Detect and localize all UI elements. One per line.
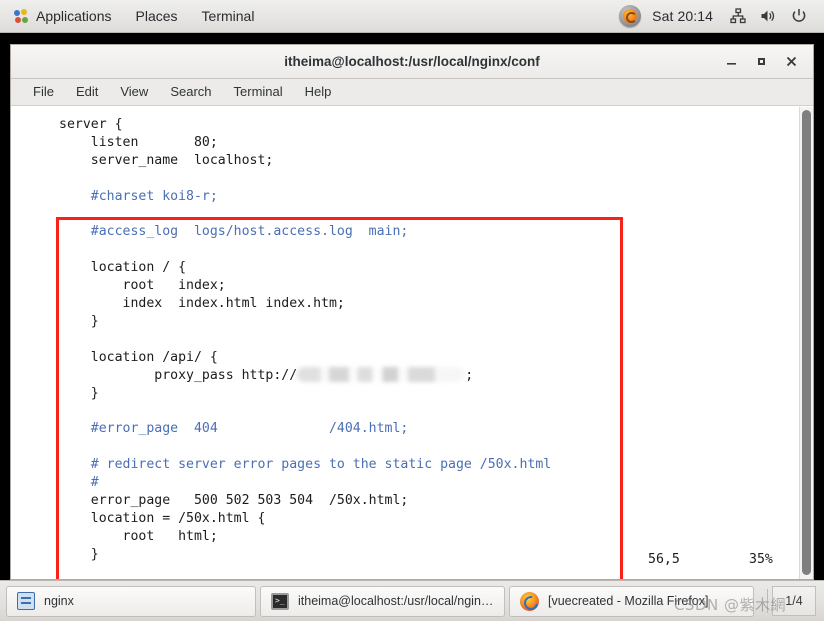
top-panel: Applications Places Terminal Sat 20:14 bbox=[0, 0, 824, 33]
menu-terminal[interactable]: Terminal bbox=[223, 79, 294, 105]
vertical-scrollbar[interactable] bbox=[799, 107, 813, 579]
taskbar-item-label: itheima@localhost:/usr/local/ngin… bbox=[298, 594, 494, 608]
applications-menu[interactable]: Applications bbox=[0, 0, 124, 32]
applications-icon bbox=[14, 8, 29, 24]
terminal-icon: >_ bbox=[271, 592, 289, 610]
scrollbar-thumb[interactable] bbox=[802, 110, 811, 575]
file-manager-icon bbox=[17, 592, 35, 610]
top-panel-menus: Applications Places Terminal bbox=[0, 0, 266, 32]
taskbar-item-label: [vuecreated - Mozilla Firefox] bbox=[548, 594, 709, 608]
nginx-config-text[interactable]: server { listen 80; server_name localhos… bbox=[11, 111, 799, 564]
menu-help[interactable]: Help bbox=[294, 79, 343, 105]
terminal-label: Terminal bbox=[201, 8, 255, 24]
terminal-content-area[interactable]: server { listen 80; server_name localhos… bbox=[11, 106, 813, 579]
close-button[interactable] bbox=[778, 50, 804, 74]
cursor-position-status: 56,5 bbox=[648, 552, 680, 567]
menu-search[interactable]: Search bbox=[159, 79, 222, 105]
window-titlebar[interactable]: itheima@localhost:/usr/local/nginx/conf bbox=[11, 45, 813, 79]
firefox-indicator-icon[interactable] bbox=[612, 0, 648, 33]
window-title: itheima@localhost:/usr/local/nginx/conf bbox=[284, 54, 540, 69]
firefox-icon bbox=[520, 591, 539, 611]
volume-icon[interactable] bbox=[753, 0, 784, 33]
terminal-window: itheima@localhost:/usr/local/nginx/conf … bbox=[10, 44, 814, 580]
taskbar-item-terminal[interactable]: >_ itheima@localhost:/usr/local/ngin… bbox=[260, 585, 505, 617]
top-panel-tray: Sat 20:14 bbox=[612, 0, 824, 32]
taskbar: nginx >_ itheima@localhost:/usr/local/ng… bbox=[0, 580, 824, 621]
network-icon[interactable] bbox=[723, 0, 753, 33]
editor-viewport[interactable]: server { listen 80; server_name localhos… bbox=[11, 107, 799, 579]
terminal-menu[interactable]: Terminal bbox=[190, 0, 267, 32]
menu-bar: File Edit View Search Terminal Help bbox=[11, 79, 813, 106]
window-controls bbox=[718, 50, 813, 74]
scroll-percent-status: 35% bbox=[749, 552, 773, 567]
workspace-switcher[interactable]: 1/4 bbox=[767, 586, 816, 616]
taskbar-item-label: nginx bbox=[44, 594, 74, 608]
applications-label: Applications bbox=[36, 8, 112, 24]
menu-file[interactable]: File bbox=[23, 79, 65, 105]
places-label: Places bbox=[135, 8, 178, 24]
taskbar-item-nginx[interactable]: nginx bbox=[6, 585, 256, 617]
taskbar-item-firefox[interactable]: [vuecreated - Mozilla Firefox] bbox=[509, 585, 754, 617]
maximize-button[interactable] bbox=[748, 50, 774, 74]
menu-edit[interactable]: Edit bbox=[65, 79, 109, 105]
power-icon[interactable] bbox=[784, 0, 814, 33]
clock-label[interactable]: Sat 20:14 bbox=[648, 8, 723, 24]
minimize-button[interactable] bbox=[718, 50, 744, 74]
menu-view[interactable]: View bbox=[109, 79, 159, 105]
redacted-url-blur bbox=[297, 366, 466, 382]
places-menu[interactable]: Places bbox=[124, 0, 190, 32]
